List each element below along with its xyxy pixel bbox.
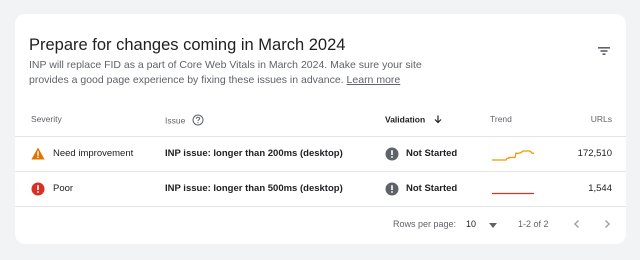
info-icon [385, 182, 399, 201]
table-row[interactable]: Need improvement INP issue: longer than … [15, 137, 626, 171]
dropdown-arrow-icon [488, 220, 497, 230]
chevron-right-icon[interactable] [600, 217, 614, 231]
column-header-validation-label: Validation [385, 114, 426, 125]
column-header-severity[interactable]: Severity [31, 114, 62, 124]
validation-status: Not Started [406, 183, 458, 194]
error-icon [31, 182, 45, 201]
column-header-issue-label: Issue [165, 115, 186, 126]
rows-per-page-label: Rows per page: [393, 219, 457, 229]
severity-label: Poor [53, 183, 74, 194]
chevron-left-icon[interactable] [570, 217, 584, 231]
warning-icon [31, 147, 45, 165]
issue-label: INP issue: longer than 500ms (desktop) [165, 183, 343, 194]
pagination-range: 1-2 of 2 [518, 219, 549, 229]
column-header-validation[interactable]: Validation [385, 114, 443, 126]
learn-more-link[interactable]: Learn more [347, 74, 401, 86]
trend-sparkline [490, 142, 540, 169]
divider [15, 206, 626, 207]
column-header-issue[interactable]: Issue [165, 114, 204, 128]
card-title: Prepare for changes coming in March 2024 [29, 36, 346, 54]
filter-icon[interactable] [595, 42, 613, 60]
severity-label: Need improvement [53, 148, 134, 159]
issue-label: INP issue: longer than 200ms (desktop) [165, 148, 343, 159]
arrow-down-icon[interactable] [433, 114, 443, 126]
help-icon[interactable] [192, 114, 204, 128]
rows-per-page-value: 10 [466, 219, 477, 229]
column-header-urls[interactable]: URLs [591, 114, 612, 124]
urls-count: 1,544 [588, 183, 612, 194]
issues-card: Prepare for changes coming in March 2024… [15, 14, 626, 244]
validation-status: Not Started [406, 148, 458, 159]
trend-sparkline [490, 177, 540, 204]
card-description: INP will replace FID as a part of Core W… [29, 58, 449, 88]
table-row[interactable]: Poor INP issue: longer than 500ms (deskt… [15, 172, 626, 206]
rows-per-page-select[interactable]: 10 [466, 219, 497, 230]
urls-count: 172,510 [577, 148, 612, 159]
column-header-trend[interactable]: Trend [490, 114, 512, 124]
info-icon [385, 147, 399, 166]
